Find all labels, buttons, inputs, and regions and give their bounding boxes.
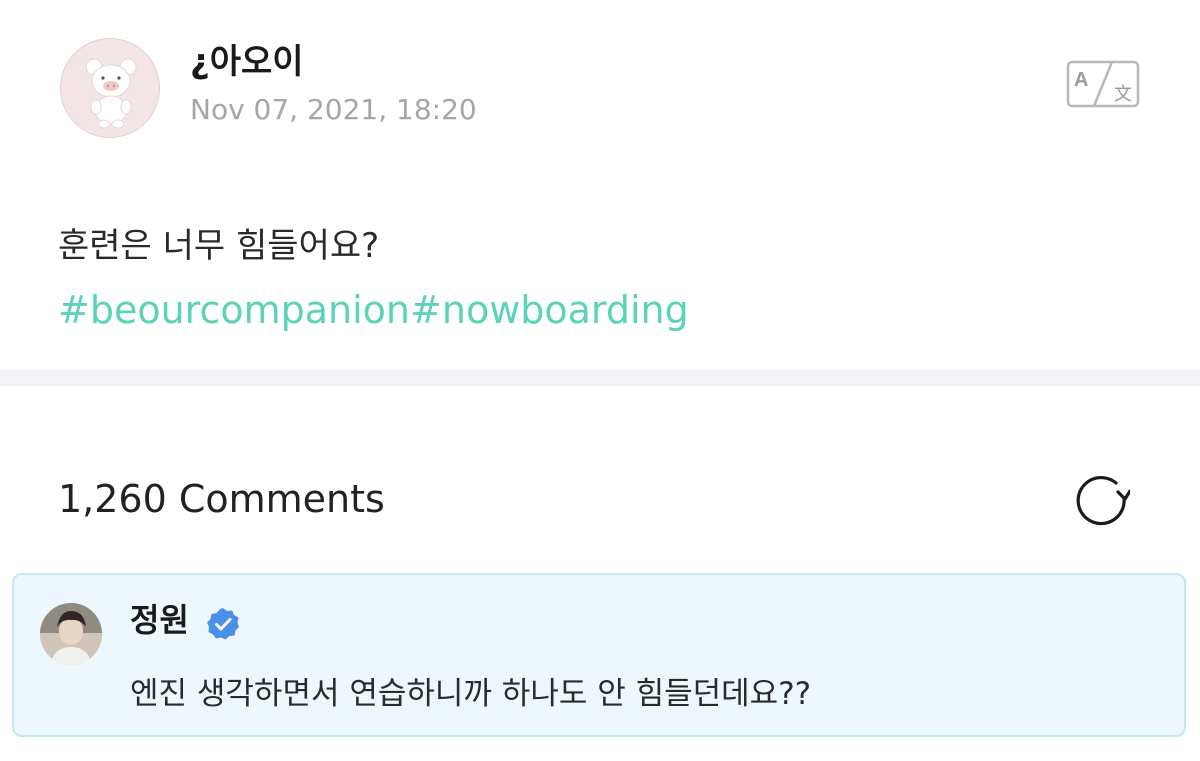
hashtag-link[interactable]: #nowboarding: [410, 288, 689, 332]
refresh-button[interactable]: [1072, 472, 1132, 530]
verified-badge-icon: [206, 607, 240, 641]
refresh-icon: [1076, 475, 1132, 526]
post-header: ¿아오이 Nov 07, 2021, 18:20 A 文: [0, 0, 1200, 160]
post-date: Nov 07, 2021, 18:20: [190, 93, 477, 126]
post-body: 훈련은 너무 힘들어요? #beourcompanion#nowboarding: [58, 222, 1158, 336]
comments-count: 1,260 Comments: [58, 477, 385, 521]
post-text: 훈련은 너무 힘들어요?: [58, 226, 380, 266]
commenter-avatar[interactable]: [40, 603, 102, 665]
translate-button[interactable]: A 文: [1066, 60, 1140, 108]
hashtag-link[interactable]: #beourcompanion: [58, 288, 410, 332]
svg-text:文: 文: [1114, 84, 1132, 105]
bear-mascot-icon: [61, 39, 159, 137]
svg-text:A: A: [1074, 69, 1088, 91]
comment-author-name[interactable]: 정원: [130, 599, 189, 641]
profile-photo-icon: [40, 603, 102, 665]
post-author-name[interactable]: ¿아오이: [190, 40, 304, 84]
verified-check-icon: [207, 608, 239, 640]
comment-card[interactable]: 정원 엔진 생각하면서 연습하니까 하나도 안 힘들던데요??: [12, 573, 1186, 737]
hashtag-list: #beourcompanion#nowboarding: [58, 284, 1158, 336]
translate-icon: A 文: [1066, 60, 1140, 108]
section-divider: [0, 370, 1200, 386]
author-avatar[interactable]: [60, 38, 160, 138]
comment-text: 엔진 생각하면서 연습하니까 하나도 안 힘들던데요??: [130, 676, 812, 712]
